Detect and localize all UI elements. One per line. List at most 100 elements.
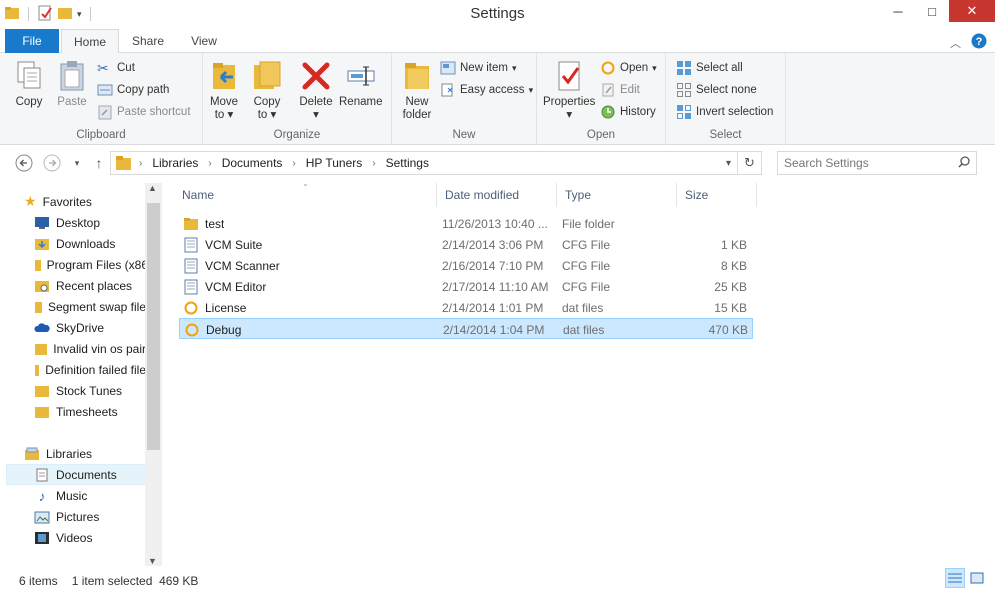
column-name-label: Name (182, 188, 215, 202)
new-folder-button[interactable]: New folder (400, 59, 434, 122)
delete-dropdown-icon: ▾ (313, 109, 319, 121)
close-button[interactable]: ✕ (949, 0, 995, 22)
breadcrumb-libraries[interactable]: Libraries (148, 156, 202, 170)
file-size (677, 213, 747, 234)
search-icon[interactable] (958, 155, 970, 171)
rename-button[interactable]: Rename (339, 59, 382, 109)
nav-item-definition-failed[interactable]: Definition failed files (34, 359, 152, 380)
edit-button[interactable]: Edit (600, 80, 640, 100)
window-title: Settings (470, 5, 525, 22)
open-button[interactable]: Open ▾ (600, 58, 657, 78)
refresh-icon[interactable]: ↻ (737, 152, 761, 174)
recent-locations-dropdown[interactable]: ▾ (67, 153, 87, 173)
delete-button[interactable]: Delete ▾ (299, 59, 333, 122)
maximize-button[interactable]: □ (915, 0, 949, 22)
new-group-label: New (452, 129, 476, 141)
large-icons-view-button[interactable] (967, 568, 987, 588)
folder-icon (35, 343, 48, 355)
copy-to-label-2: to ▾ (257, 109, 277, 121)
tab-share[interactable]: Share (121, 29, 175, 53)
paste-icon (60, 61, 84, 91)
column-header-date[interactable]: Date modified (437, 183, 557, 207)
navigation-scrollbar[interactable]: ▲ ▼ (145, 183, 162, 566)
ribbon-right-controls: ︿ ? (950, 33, 987, 52)
column-header-name[interactable]: Name ⌄ (174, 179, 437, 207)
nav-item-music[interactable]: ♪ Music (34, 485, 152, 506)
nav-item-label: Pictures (56, 509, 100, 524)
paste-shortcut-button[interactable]: Paste shortcut (97, 102, 191, 122)
properties-dropdown-icon: ▾ (566, 109, 573, 121)
copy-to-button[interactable]: Copy to ▾ (250, 59, 284, 122)
file-size: 15 KB (714, 300, 747, 315)
file-row-selected[interactable]: Debug 2/14/2014 1:04 PM dat files 470 KB (179, 318, 753, 339)
properties-button[interactable]: Properties ▾ (543, 59, 595, 122)
file-row[interactable]: VCM Suite 2/14/2014 3:06 PM CFG File 1 K… (179, 234, 753, 255)
copy-path-button[interactable]: Copy path (97, 80, 169, 100)
nav-item-skydrive[interactable]: SkyDrive (34, 317, 152, 338)
breadcrumb-hp-tuners[interactable]: HP Tuners (302, 156, 366, 170)
help-icon[interactable]: ? (971, 33, 987, 52)
nav-item-documents[interactable]: Documents (6, 464, 146, 485)
file-list: Name ⌄ Date modified Type Size test 11/2… (170, 179, 990, 566)
nav-item-pictures[interactable]: Pictures (34, 506, 152, 527)
select-all-button[interactable]: Select all (676, 58, 743, 78)
new-item-label: New item (460, 62, 508, 74)
file-row[interactable]: VCM Editor 2/17/2014 11:10 AM CFG File 2… (179, 276, 753, 297)
breadcrumb-documents[interactable]: Documents (218, 156, 287, 170)
file-row[interactable]: VCM Scanner 2/16/2014 7:10 PM CFG File 8… (179, 255, 753, 276)
nav-item-desktop[interactable]: Desktop (34, 212, 152, 233)
breadcrumb-separator[interactable]: › (286, 158, 301, 169)
move-to-icon (213, 63, 235, 89)
nav-favorites[interactable]: ★ Favorites (24, 191, 92, 212)
up-button[interactable]: ↑ (89, 153, 109, 173)
nav-item-segment-swap[interactable]: Segment swap files (34, 296, 152, 317)
nav-item-downloads[interactable]: Downloads (34, 233, 152, 254)
breadcrumb-settings[interactable]: Settings (382, 156, 433, 170)
select-none-button[interactable]: Select none (676, 80, 757, 100)
copy-button[interactable]: Copy (12, 59, 46, 109)
status-bar: 6 items 1 item selected 469 KB (0, 566, 995, 596)
copy-path-icon (97, 84, 113, 96)
easy-access-button[interactable]: Easy access ▾ (440, 80, 533, 100)
breadcrumb-separator[interactable]: › (202, 158, 217, 169)
new-item-button[interactable]: New item ▾ (440, 58, 516, 78)
history-button[interactable]: History (600, 102, 656, 122)
tab-view[interactable]: View (177, 29, 231, 53)
nav-item-recent-places[interactable]: Recent places (34, 275, 152, 296)
file-row[interactable]: test 11/26/2013 10:40 ... File folder (179, 213, 753, 234)
minimize-button[interactable]: ─ (881, 0, 915, 22)
scroll-down-icon[interactable]: ▼ (148, 556, 157, 566)
breadcrumb-separator[interactable]: › (366, 158, 381, 169)
address-history-chevron-icon[interactable]: ▾ (726, 158, 731, 169)
nav-item-label: Downloads (56, 236, 116, 251)
address-bar[interactable]: › Libraries › Documents › HP Tuners › Se… (110, 151, 762, 175)
nav-item-stock-tunes[interactable]: Stock Tunes (34, 380, 152, 401)
invert-selection-button[interactable]: Invert selection (676, 102, 773, 122)
nav-item-program-files[interactable]: Program Files (x86) (34, 254, 152, 275)
nav-item-timesheets[interactable]: Timesheets (34, 401, 152, 422)
search-input[interactable]: Search Settings (777, 151, 977, 175)
easy-access-label: Easy access (460, 84, 525, 96)
forward-button[interactable] (42, 153, 62, 173)
star-icon: ★ (24, 193, 37, 209)
column-header-type[interactable]: Type (557, 183, 677, 207)
scroll-up-icon[interactable]: ▲ (148, 183, 157, 193)
back-button[interactable] (14, 153, 34, 173)
move-to-button[interactable]: Move to ▾ (207, 59, 241, 122)
file-name: License (205, 300, 247, 315)
scrollbar-thumb[interactable] (147, 203, 160, 450)
tab-file[interactable]: File (5, 29, 59, 53)
file-row[interactable]: License 2/14/2014 1:01 PM dat files 15 K… (179, 297, 753, 318)
nav-item-videos[interactable]: Videos (34, 527, 152, 548)
properties-icon (558, 61, 580, 91)
tab-home[interactable]: Home (61, 29, 119, 54)
paste-button[interactable]: Paste (55, 59, 89, 109)
details-view-button[interactable] (945, 568, 965, 588)
cut-button[interactable]: ✂ Cut (97, 58, 135, 78)
minimize-ribbon-icon[interactable]: ︿ (950, 35, 961, 51)
nav-item-invalid-vin[interactable]: Invalid vin os pairs (34, 338, 152, 359)
chevron-down-icon: ▾ (74, 157, 80, 168)
column-header-size[interactable]: Size (677, 183, 757, 207)
desktop-icon (35, 216, 49, 229)
nav-libraries[interactable]: Libraries (24, 443, 92, 464)
